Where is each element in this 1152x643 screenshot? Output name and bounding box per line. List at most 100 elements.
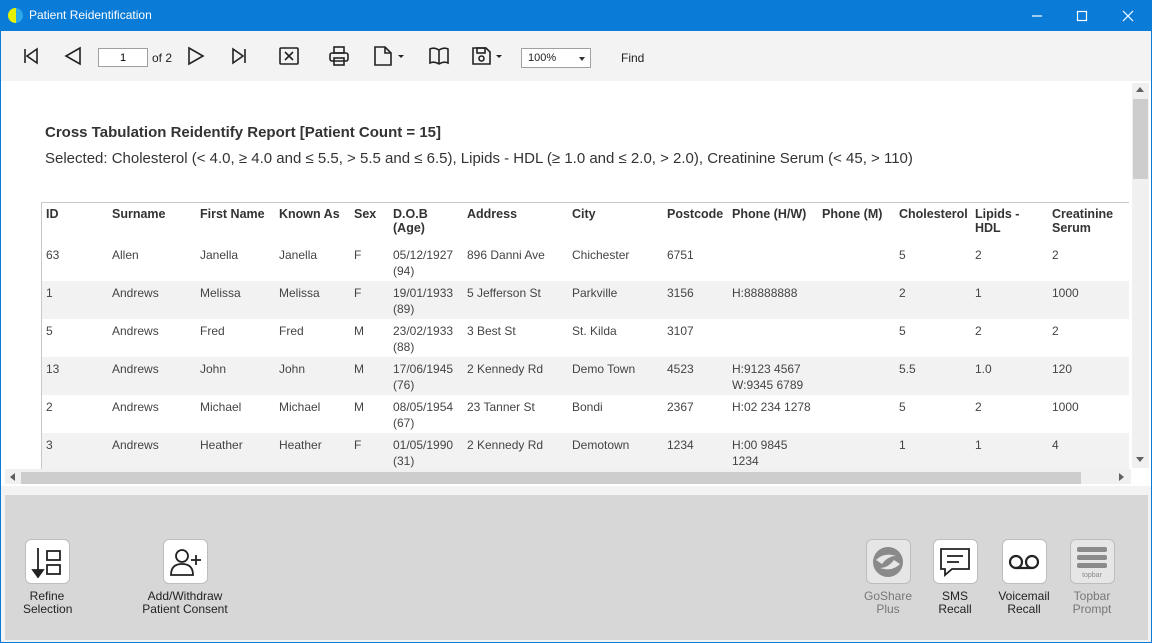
column-header: Known As (279, 207, 340, 221)
last-page-button[interactable] (227, 43, 251, 69)
consent-label-1: Add/Withdraw (147, 589, 223, 603)
table-cell-id: 13 (46, 362, 60, 376)
consent-label-2: Patient Consent (142, 602, 228, 616)
first-page-icon (24, 47, 38, 65)
topbar-prompt-button[interactable]: topbar Topbar Prompt (1068, 539, 1116, 616)
horizontal-scroll-thumb[interactable] (21, 472, 1081, 484)
column-header: Creatinine Serum (1052, 207, 1114, 235)
find-button[interactable]: Find (621, 51, 644, 65)
refine-selection-button[interactable]: Refine Selection (23, 539, 72, 616)
report-subtitle: Selected: Cholesterol (< 4.0, ≥ 4.0 and … (45, 150, 913, 167)
table-cell-address: 3 Best St (467, 324, 516, 338)
column-header: Phone (H/W) (732, 207, 807, 221)
report-table: ID Surname First Name Known As Sex D.O.B (Age)… (41, 202, 1129, 470)
table-cell-first: John (200, 362, 227, 376)
table-cell-postcode: 2367 (667, 400, 694, 414)
table-cell-dob: 23/02/1933 (88) (393, 324, 454, 354)
table-cell-address: 2 Kennedy Rd (467, 438, 544, 452)
stop-close-icon (279, 47, 299, 65)
voicemail-label-1: Voicemail (998, 589, 1050, 603)
zoom-select[interactable]: 100% (521, 48, 591, 68)
table-cell-id: 1 (46, 286, 53, 300)
scroll-right-icon[interactable] (1119, 473, 1124, 481)
last-page-icon (232, 47, 246, 65)
table-cell-sex: M (354, 400, 364, 414)
book-icon (429, 47, 449, 65)
table-cell-known: John (279, 362, 306, 376)
table-cell-postcode: 1234 (667, 438, 694, 452)
close-button[interactable] (1105, 0, 1151, 31)
sms-recall-button[interactable]: SMS Recall (931, 539, 979, 616)
print-button[interactable] (326, 43, 352, 69)
column-header: D.O.B (Age) (393, 207, 428, 235)
table-row[interactable]: 2 Andrews Michael Michael M 08/05/1954 (67) 23 … (42, 395, 1129, 433)
stop-button[interactable] (277, 43, 301, 69)
table-cell-known: Janella (279, 248, 318, 262)
table-cell-surname: Andrews (112, 362, 159, 376)
topbar-label-2: Prompt (1072, 602, 1112, 616)
page-number-input[interactable] (98, 48, 148, 67)
scroll-left-icon[interactable] (10, 473, 15, 481)
page-setup-button[interactable] (426, 43, 452, 69)
table-cell-city: Demotown (572, 438, 630, 452)
table-cell-creat: 2 (1052, 248, 1059, 262)
table-row[interactable]: 13 Andrews John John M 17/06/1945 (76) 2 Kenned… (42, 357, 1129, 395)
topbar-logo-icon: topbar (1077, 546, 1107, 579)
goshare-logo-icon (873, 546, 903, 577)
table-cell-chol: 5 (899, 400, 906, 414)
next-page-icon (188, 46, 205, 66)
table-cell-sex: F (354, 248, 362, 262)
goshare-label-1: GoShare (863, 589, 913, 603)
table-cell-dob: 19/01/1933 (89) (393, 286, 454, 316)
voicemail-recall-button[interactable]: Voicemail Recall (997, 539, 1051, 616)
table-cell-hdl: 1 (975, 286, 982, 300)
first-page-button[interactable] (19, 43, 43, 69)
report-toolbar: of 2 100% Find (0, 31, 1152, 81)
add-withdraw-consent-button[interactable]: Add/Withdraw Patient Consent (140, 539, 230, 616)
table-cell-phone-hw: H:02 234 1278 (732, 400, 811, 414)
sms-message-icon (940, 547, 970, 577)
minimize-button[interactable] (1014, 0, 1060, 31)
printer-icon (329, 46, 349, 66)
table-cell-hdl: 2 (975, 248, 982, 262)
table-cell-id: 63 (46, 248, 60, 262)
vertical-scroll-thumb[interactable] (1133, 99, 1148, 179)
table-cell-city: Chichester (572, 248, 630, 262)
export-button[interactable] (371, 43, 407, 69)
table-row[interactable]: 5 Andrews Fred Fred M 23/02/1933 (88) 3 Best St… (42, 319, 1129, 357)
goshare-plus-button[interactable]: GoShare Plus (863, 539, 913, 616)
table-row[interactable]: 1 Andrews Melissa Melissa F 19/01/1933 (89) 5 J… (42, 281, 1129, 319)
refine-sort-icon (31, 547, 61, 579)
table-cell-surname: Andrews (112, 286, 159, 300)
maximize-icon (1076, 10, 1088, 21)
sms-label-1: SMS (941, 589, 968, 603)
save-button[interactable] (469, 43, 505, 69)
column-header: Phone (M) (822, 207, 883, 221)
close-icon (1122, 10, 1134, 21)
table-cell-dob: 01/05/1990 (31) (393, 438, 454, 468)
table-cell-chol: 5 (899, 248, 906, 262)
page-count-label: of 2 (152, 51, 173, 65)
minimize-icon (1032, 14, 1042, 17)
column-header: First Name (200, 207, 265, 221)
table-cell-id: 5 (46, 324, 53, 338)
sms-label-2: Recall (938, 602, 972, 616)
table-cell-postcode: 6751 (667, 248, 694, 262)
next-page-button[interactable] (184, 43, 208, 69)
chevron-down-icon (579, 57, 585, 61)
column-header: Surname (112, 207, 166, 221)
table-cell-phone-m (818, 395, 895, 433)
table-row[interactable]: 3 Andrews Heather Heather F 01/05/1990 (31) 2 K… (42, 433, 1129, 470)
scroll-up-icon[interactable] (1136, 87, 1144, 92)
table-cell-first: Melissa (200, 286, 241, 300)
table-cell-sex: M (354, 362, 364, 376)
table-cell-chol: 5 (899, 324, 906, 338)
maximize-button[interactable] (1059, 0, 1105, 31)
table-cell-first: Fred (200, 324, 225, 338)
table-cell-phone-hw: H:9123 4567 W:9345 6789 (732, 362, 804, 392)
previous-page-button[interactable] (61, 43, 85, 69)
table-cell-city: Parkville (572, 286, 618, 300)
scroll-down-icon[interactable] (1136, 457, 1144, 462)
goshare-label-2: Plus (876, 602, 900, 616)
table-row[interactable]: 63 Allen Janella Janella F 05/12/1927 (94) 896 … (42, 243, 1129, 281)
